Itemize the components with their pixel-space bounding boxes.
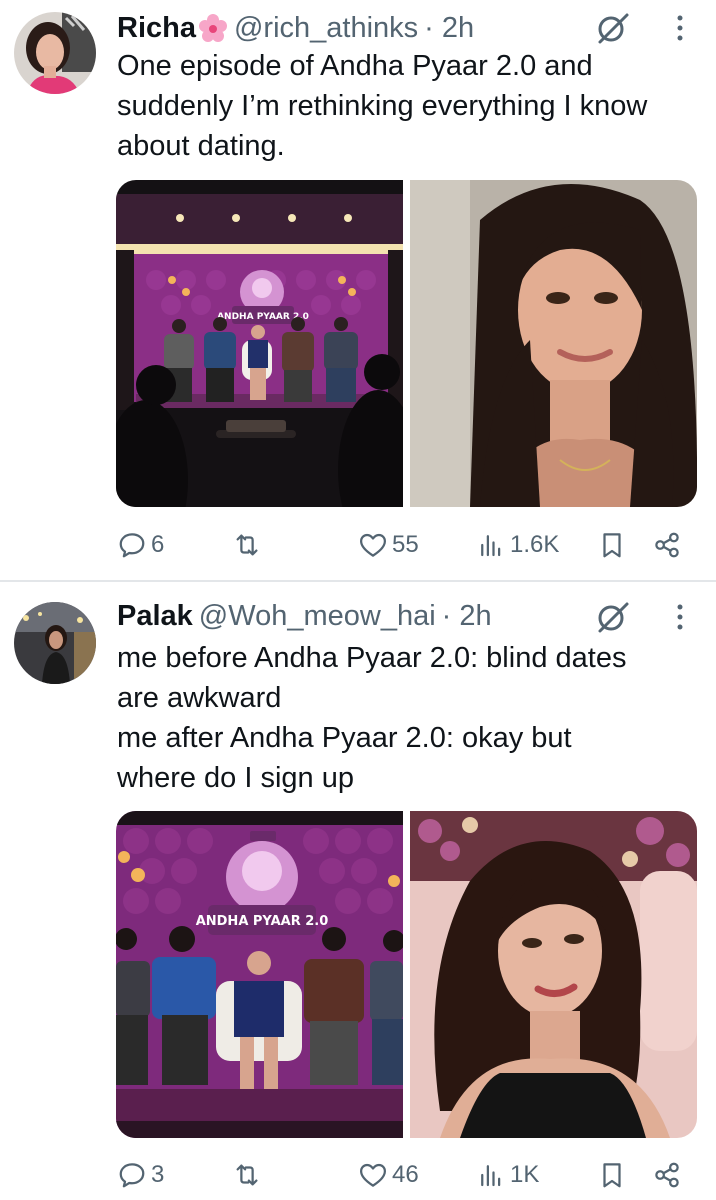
- share-icon: [655, 532, 679, 558]
- tweet-text-line: me after Andha Pyaar 2.0: okay but: [117, 722, 572, 754]
- reply-count: 3: [151, 1161, 165, 1188]
- avatar[interactable]: [14, 12, 96, 94]
- tweet-text: me before Andha Pyaar 2.0: blind dates a…: [117, 638, 707, 798]
- tweet-text-line: me before Andha Pyaar 2.0: blind dates: [117, 642, 627, 674]
- like-icon: [360, 533, 386, 557]
- more-icon[interactable]: [672, 11, 688, 45]
- timestamp[interactable]: · 2h: [424, 12, 474, 45]
- share-button[interactable]: [652, 1155, 682, 1195]
- repost-button[interactable]: [232, 525, 266, 565]
- repost-icon: [236, 534, 258, 556]
- tweet[interactable]: Palak @Woh_meow_hai · 2h me before Andha…: [0, 582, 716, 1200]
- tweet-actions: 6 55 1.6K: [0, 525, 716, 565]
- views-icon: [481, 535, 501, 557]
- like-button[interactable]: 55: [358, 525, 419, 565]
- tweet-media: ANDHA PYAAR 2.0: [116, 180, 697, 507]
- repost-button[interactable]: [232, 1155, 266, 1195]
- like-count: 46: [392, 1161, 419, 1188]
- tweet-text-line: about dating.: [117, 130, 285, 162]
- share-button[interactable]: [652, 525, 682, 565]
- views-count: 1.6K: [510, 531, 560, 558]
- media-photo-portrait[interactable]: [410, 811, 697, 1138]
- avatar[interactable]: [14, 602, 96, 684]
- like-icon: [360, 1163, 386, 1187]
- repost-icon: [236, 1164, 258, 1186]
- reply-button[interactable]: 6: [117, 525, 164, 565]
- user-handle[interactable]: @Woh_meow_hai: [199, 600, 436, 633]
- tweet-media: ANDHA PYAAR 2.0: [116, 811, 697, 1138]
- media-photo-portrait[interactable]: [410, 180, 697, 507]
- user-handle[interactable]: @rich_athinks: [234, 12, 418, 45]
- tweet-header: Richa @rich_athinks · 2h: [117, 8, 474, 48]
- tweet-text-line: One episode of Andha Pyaar 2.0 and: [117, 50, 593, 82]
- media-photo-stage[interactable]: ANDHA PYAAR 2.0: [116, 180, 403, 507]
- show-logo-text: ANDHA PYAAR 2.0: [196, 914, 329, 929]
- like-count: 55: [392, 531, 419, 558]
- tweet[interactable]: Richa @rich_athinks · 2h One episode of …: [0, 0, 716, 580]
- views-count: 1K: [510, 1161, 540, 1188]
- reply-button[interactable]: 3: [117, 1155, 164, 1195]
- reply-icon: [119, 533, 145, 558]
- bookmark-icon: [603, 533, 621, 558]
- tweet-text-line: suddenly I’m rethinking everything I kno…: [117, 90, 648, 122]
- views-button[interactable]: 1K: [476, 1155, 539, 1195]
- tweet-text: One episode of Andha Pyaar 2.0 and sudde…: [117, 46, 707, 166]
- reply-icon: [119, 1163, 145, 1188]
- tweet-text-line: where do I sign up: [117, 762, 354, 794]
- bookmark-button[interactable]: [597, 1155, 627, 1195]
- tweet-header: Palak @Woh_meow_hai · 2h: [117, 596, 492, 636]
- bookmark-icon: [603, 1163, 621, 1188]
- like-button[interactable]: 46: [358, 1155, 419, 1195]
- grok-icon[interactable]: [596, 11, 630, 45]
- views-icon: [481, 1165, 501, 1187]
- tweet-actions: 3 46 1K: [0, 1155, 716, 1195]
- display-name[interactable]: Palak: [117, 600, 193, 633]
- bookmark-button[interactable]: [597, 525, 627, 565]
- timestamp[interactable]: · 2h: [442, 600, 492, 633]
- share-icon: [655, 1162, 679, 1188]
- media-photo-stage[interactable]: ANDHA PYAAR 2.0: [116, 811, 403, 1138]
- more-icon[interactable]: [672, 600, 688, 634]
- grok-icon[interactable]: [596, 600, 630, 634]
- display-name[interactable]: Richa: [117, 12, 196, 45]
- reply-count: 6: [151, 531, 165, 558]
- cherry-blossom-icon: [198, 13, 228, 43]
- tweet-text-line: are awkward: [117, 682, 282, 714]
- views-button[interactable]: 1.6K: [476, 525, 559, 565]
